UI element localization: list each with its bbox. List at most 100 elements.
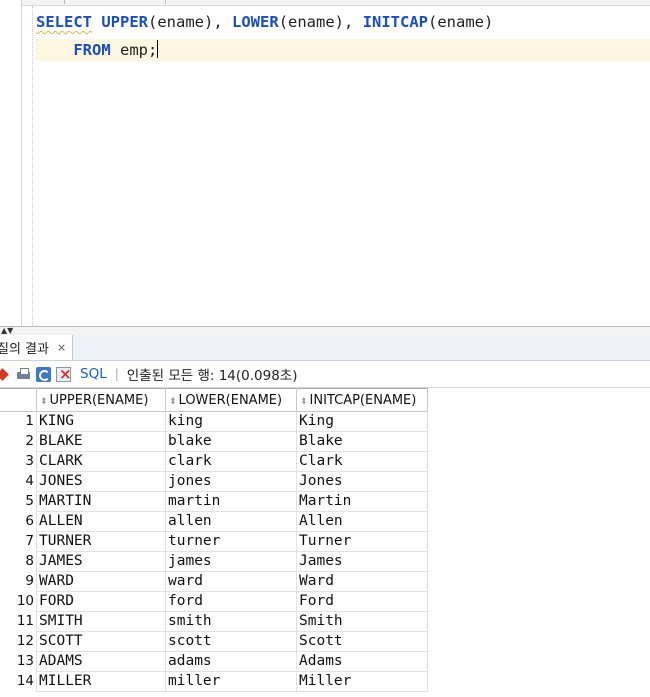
cell-initcap[interactable]: Clark [296,451,428,472]
column-header-lower[interactable]: ⬍ LOWER(ENAME) [165,388,297,412]
fold-guide [32,6,33,326]
row-number[interactable]: 5 [0,491,37,512]
table-row[interactable]: 8 JAMES james James [0,551,428,572]
cell-lower[interactable]: james [165,551,297,572]
line-gutter [0,0,22,326]
sort-icon[interactable]: ⬍ [40,397,48,407]
cell-lower[interactable]: scott [165,631,297,652]
row-number[interactable]: 13 [0,651,37,672]
pin-icon[interactable] [0,367,11,382]
table-row[interactable]: 5 MARTIN martin Martin [0,491,428,512]
row-number[interactable]: 4 [0,471,37,492]
cell-lower[interactable]: ward [165,571,297,592]
column-header-label: UPPER(ENAME) [49,392,149,408]
cell-lower[interactable]: blake [165,431,297,452]
cell-lower[interactable]: clark [165,451,297,472]
table-row[interactable]: 1 KING king King [0,411,428,432]
table-row[interactable]: 2 BLAKE blake Blake [0,431,428,452]
cell-initcap[interactable]: Scott [296,631,428,652]
row-number[interactable]: 9 [0,571,37,592]
close-icon[interactable]: × [57,341,66,354]
cell-upper[interactable]: ALLEN [36,511,166,532]
cell-lower[interactable]: adams [165,651,297,672]
cell-lower[interactable]: ford [165,591,297,612]
print-icon[interactable] [16,367,31,382]
cell-initcap[interactable]: Miller [296,671,428,692]
cell-lower[interactable]: jones [165,471,297,492]
collapse-arrows-icon[interactable]: ▲▼ [1,327,13,335]
toolbar-separator: | [114,367,119,381]
cell-initcap[interactable]: Martin [296,491,428,512]
cell-upper[interactable]: SMITH [36,611,166,632]
cell-initcap[interactable]: Turner [296,531,428,552]
table-row[interactable]: 7 TURNER turner Turner [0,531,428,552]
cell-initcap[interactable]: Ford [296,591,428,612]
cell-lower[interactable]: smith [165,611,297,632]
sort-icon[interactable]: ⬍ [300,397,308,407]
function-lower: LOWER [232,13,279,31]
cell-upper[interactable]: BLAKE [36,431,166,452]
code-line-1[interactable]: SELECT UPPER(ename), LOWER(ename), INITC… [36,11,493,33]
table-row[interactable]: 14 MILLER miller Miller [0,671,428,692]
cell-initcap[interactable]: Adams [296,651,428,672]
cell-initcap[interactable]: James [296,551,428,572]
table-row[interactable]: 9 WARD ward Ward [0,571,428,592]
row-number[interactable]: 10 [0,591,37,612]
cell-lower[interactable]: martin [165,491,297,512]
code-args: (ename), [148,13,233,31]
table-row[interactable]: 4 JONES jones Jones [0,471,428,492]
table-row[interactable]: 12 SCOTT scott Scott [0,631,428,652]
result-grid[interactable]: ⬍ UPPER(ENAME) ⬍ LOWER(ENAME) ⬍ INITCAP(ENA… [0,388,428,692]
tab-query-result[interactable]: 질의 결과 × [0,335,74,360]
code-table: emp; [110,41,158,59]
cell-upper[interactable]: TURNER [36,531,166,552]
cell-upper[interactable]: ADAMS [36,651,166,672]
cell-initcap[interactable]: Ward [296,571,428,592]
sql-button[interactable]: SQL [80,366,107,382]
cell-upper[interactable]: FORD [36,591,166,612]
row-number[interactable]: 12 [0,631,37,652]
row-number[interactable]: 6 [0,511,37,532]
row-number[interactable]: 8 [0,551,37,572]
sort-icon[interactable]: ⬍ [169,397,177,407]
code-line-2-current[interactable]: FROM emp; [36,39,650,61]
cell-upper[interactable]: JAMES [36,551,166,572]
refresh-icon[interactable] [36,366,51,382]
table-row[interactable]: 6 ALLEN allen Allen [0,511,428,532]
cell-initcap[interactable]: Jones [296,471,428,492]
grid-body: 1 KING king King 2 BLAKE blake Blake 3 CLARK clark… [0,411,428,692]
cell-lower[interactable]: turner [165,531,297,552]
cell-upper[interactable]: SCOTT [36,631,166,652]
row-number[interactable]: 1 [0,411,37,432]
column-header-upper[interactable]: ⬍ UPPER(ENAME) [36,388,166,412]
cell-initcap[interactable]: Allen [296,511,428,532]
column-header-label: LOWER(ENAME) [178,392,283,408]
table-row[interactable]: 10 FORD ford Ford [0,591,428,612]
cell-upper[interactable]: CLARK [36,451,166,472]
cell-upper[interactable]: MILLER [36,671,166,692]
row-number[interactable]: 3 [0,451,37,472]
keyword-from: FROM [73,41,111,59]
cell-lower[interactable]: king [165,411,297,432]
row-number[interactable]: 2 [0,431,37,452]
cell-initcap[interactable]: Smith [296,611,428,632]
export-icon[interactable] [56,365,72,383]
column-header-initcap[interactable]: ⬍ INITCAP(ENAME) [296,388,428,412]
row-number[interactable]: 7 [0,531,37,552]
cell-upper[interactable]: JONES [36,471,166,492]
function-initcap: INITCAP [362,13,429,31]
results-toolbar: SQL | 인출된 모든 행: 14(0.098초) [0,361,650,388]
cell-lower[interactable]: miller [165,671,297,692]
cell-upper[interactable]: WARD [36,571,166,592]
table-row[interactable]: 3 CLARK clark Clark [0,451,428,472]
table-row[interactable]: 11 SMITH smith Smith [0,611,428,632]
cell-lower[interactable]: allen [165,511,297,532]
sql-editor[interactable]: SELECT UPPER(ename), LOWER(ename), INITC… [0,0,650,326]
cell-initcap[interactable]: King [296,411,428,432]
cell-upper[interactable]: MARTIN [36,491,166,512]
row-number[interactable]: 14 [0,671,37,692]
table-row[interactable]: 13 ADAMS adams Adams [0,651,428,672]
cell-upper[interactable]: KING [36,411,166,432]
row-number[interactable]: 11 [0,611,37,632]
cell-initcap[interactable]: Blake [296,431,428,452]
